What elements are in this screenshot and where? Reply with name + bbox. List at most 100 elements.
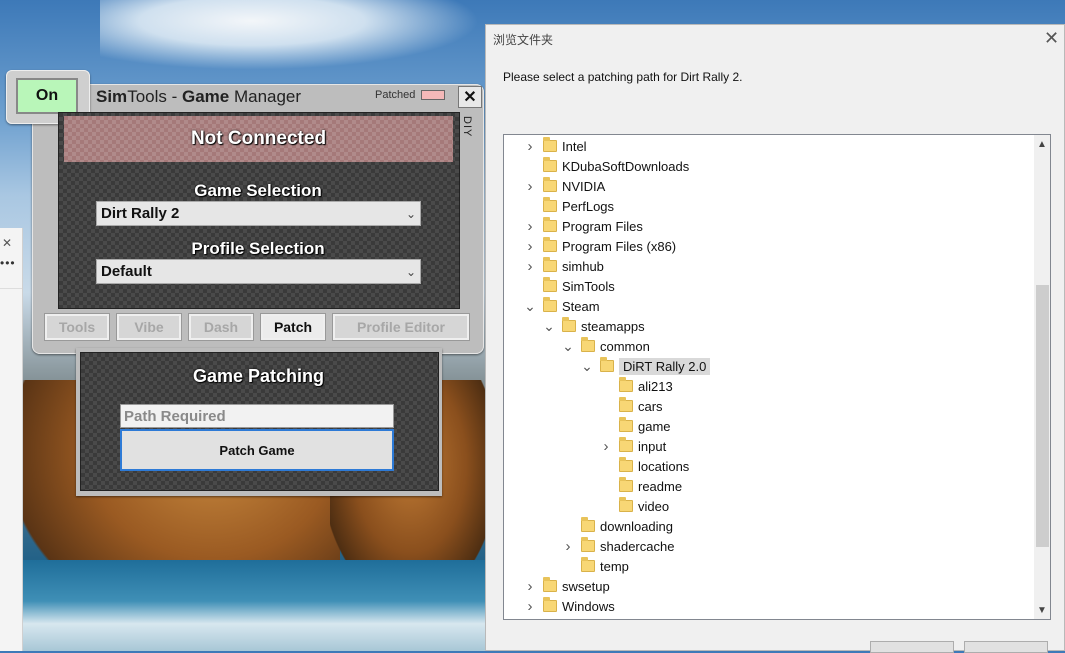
close-icon[interactable]: ✕: [2, 236, 12, 250]
tab-profile-editor[interactable]: Profile Editor: [332, 313, 470, 341]
game-patching-title: Game Patching: [192, 366, 325, 386]
chevron-right-icon[interactable]: ›: [523, 138, 537, 155]
tree-item-label: steamapps: [581, 318, 645, 334]
game-select[interactable]: Dirt Rally 2 ⌄: [96, 201, 421, 226]
tree-item[interactable]: ⌄ steamapps: [542, 316, 645, 336]
tree-item[interactable]: game: [599, 416, 671, 436]
tree-item-label: readme: [638, 478, 683, 494]
tree-item-label: Windows: [562, 598, 615, 614]
folder-icon: [619, 397, 633, 412]
folder-icon: [543, 597, 557, 612]
folder-icon: [562, 317, 576, 332]
tree-item[interactable]: › swsetup: [523, 576, 610, 596]
folder-icon: [543, 137, 557, 152]
scroll-up-icon[interactable]: ▲: [1034, 136, 1050, 152]
tree-item[interactable]: ⌄ DiRT Rally 2.0: [580, 356, 711, 376]
close-icon[interactable]: ✕: [1044, 28, 1059, 49]
chevron-right-icon[interactable]: ›: [523, 238, 537, 255]
game-select-value: Dirt Rally 2: [101, 205, 180, 222]
tree-item[interactable]: cars: [599, 396, 663, 416]
close-button[interactable]: ✕: [458, 86, 482, 108]
folder-icon: [543, 157, 557, 172]
tab-dash[interactable]: Dash: [188, 313, 254, 341]
chevron-down-icon[interactable]: ⌄: [561, 338, 575, 355]
wallpaper-clouds: [100, 0, 480, 70]
folder-icon: [543, 577, 557, 592]
tree-item-label: PerfLogs: [562, 198, 615, 214]
tree-item-label: Intel: [562, 138, 587, 154]
folder-icon: [619, 377, 633, 392]
tab-patch[interactable]: Patch: [260, 313, 326, 341]
tree-item-label: ali213: [638, 378, 673, 394]
chevron-down-icon: ⌄: [405, 206, 416, 221]
tree-item[interactable]: PerfLogs: [523, 196, 614, 216]
tree-item-label: SimTools: [562, 278, 615, 294]
folder-icon: [543, 197, 557, 212]
folder-icon: [543, 277, 557, 292]
tab-vibe[interactable]: Vibe: [116, 313, 182, 341]
tree-item[interactable]: SimTools: [523, 276, 615, 296]
tree-item-label: cars: [638, 398, 663, 414]
tree-item[interactable]: locations: [599, 456, 689, 476]
tree-item[interactable]: › input: [599, 436, 666, 456]
tree-item[interactable]: ⌄ Steam: [523, 296, 600, 316]
chevron-right-icon[interactable]: ›: [561, 538, 575, 555]
tree-item-label: video: [638, 498, 670, 514]
folder-icon: [543, 257, 557, 272]
tree-item[interactable]: ali213: [599, 376, 673, 396]
chevron-down-icon[interactable]: ⌄: [523, 298, 537, 315]
tree-item[interactable]: › shadercache: [561, 536, 674, 556]
folder-icon: [600, 357, 614, 372]
tree-item[interactable]: › Intel: [523, 136, 587, 156]
folder-icon: [619, 457, 633, 472]
chevron-right-icon[interactable]: ›: [523, 218, 537, 235]
tree-item-label: common: [600, 338, 650, 354]
tree-item[interactable]: ⌄ common: [561, 336, 650, 356]
wallpaper-sea: [20, 560, 485, 651]
cancel-button[interactable]: [964, 641, 1048, 653]
tree-item[interactable]: › simhub: [523, 256, 604, 276]
divider: [0, 288, 22, 289]
chevron-right-icon[interactable]: ›: [523, 598, 537, 615]
patched-status-light: [421, 90, 446, 100]
tree-item[interactable]: readme: [599, 476, 682, 496]
tree-item[interactable]: › NVIDIA: [523, 176, 605, 196]
tree-item[interactable]: › Windows: [523, 596, 615, 616]
on-toggle-button[interactable]: On: [16, 78, 78, 114]
patch-game-button[interactable]: Patch Game: [120, 429, 394, 471]
scroll-down-icon[interactable]: ▼: [1034, 602, 1050, 618]
dialog-title: 浏览文件夹: [493, 33, 554, 47]
tab-tools[interactable]: Tools: [44, 313, 110, 341]
ok-button[interactable]: [870, 641, 954, 653]
tree-item[interactable]: › Program Files: [523, 216, 643, 236]
more-icon[interactable]: •••: [0, 256, 16, 270]
chevron-right-icon[interactable]: ›: [523, 258, 537, 275]
tree-item[interactable]: video: [599, 496, 669, 516]
chevron-down-icon[interactable]: ⌄: [542, 318, 556, 335]
tree-item-label: KDubaSoftDownloads: [562, 158, 690, 174]
chevron-right-icon[interactable]: ›: [523, 178, 537, 195]
tree-item-label: Program Files: [562, 218, 643, 234]
folder-icon: [581, 537, 595, 552]
dialog-message: Please select a patching path for Dirt R…: [503, 70, 743, 84]
tree-item[interactable]: KDubaSoftDownloads: [523, 156, 689, 176]
diy-label: DIY: [461, 116, 473, 138]
chevron-down-icon[interactable]: ⌄: [580, 358, 594, 375]
folder-icon: [543, 297, 557, 312]
folder-icon: [543, 177, 557, 192]
tree-item[interactable]: downloading: [561, 516, 673, 536]
tree-item-label: NVIDIA: [562, 178, 606, 194]
folder-icon: [581, 557, 595, 572]
path-input[interactable]: Path Required: [120, 404, 394, 428]
chevron-right-icon[interactable]: ›: [523, 578, 537, 595]
tree-item-label: downloading: [600, 518, 674, 534]
folder-icon: [619, 437, 633, 452]
tree-item[interactable]: temp: [561, 556, 629, 576]
chevron-right-icon[interactable]: ›: [599, 438, 613, 455]
scrollbar-thumb[interactable]: [1036, 285, 1049, 547]
profile-select[interactable]: Default ⌄: [96, 259, 421, 284]
tree-item-label: input: [638, 438, 667, 454]
folder-icon: [619, 477, 633, 492]
tree-item-label: simhub: [562, 258, 604, 274]
tree-item[interactable]: › Program Files (x86): [523, 236, 676, 256]
